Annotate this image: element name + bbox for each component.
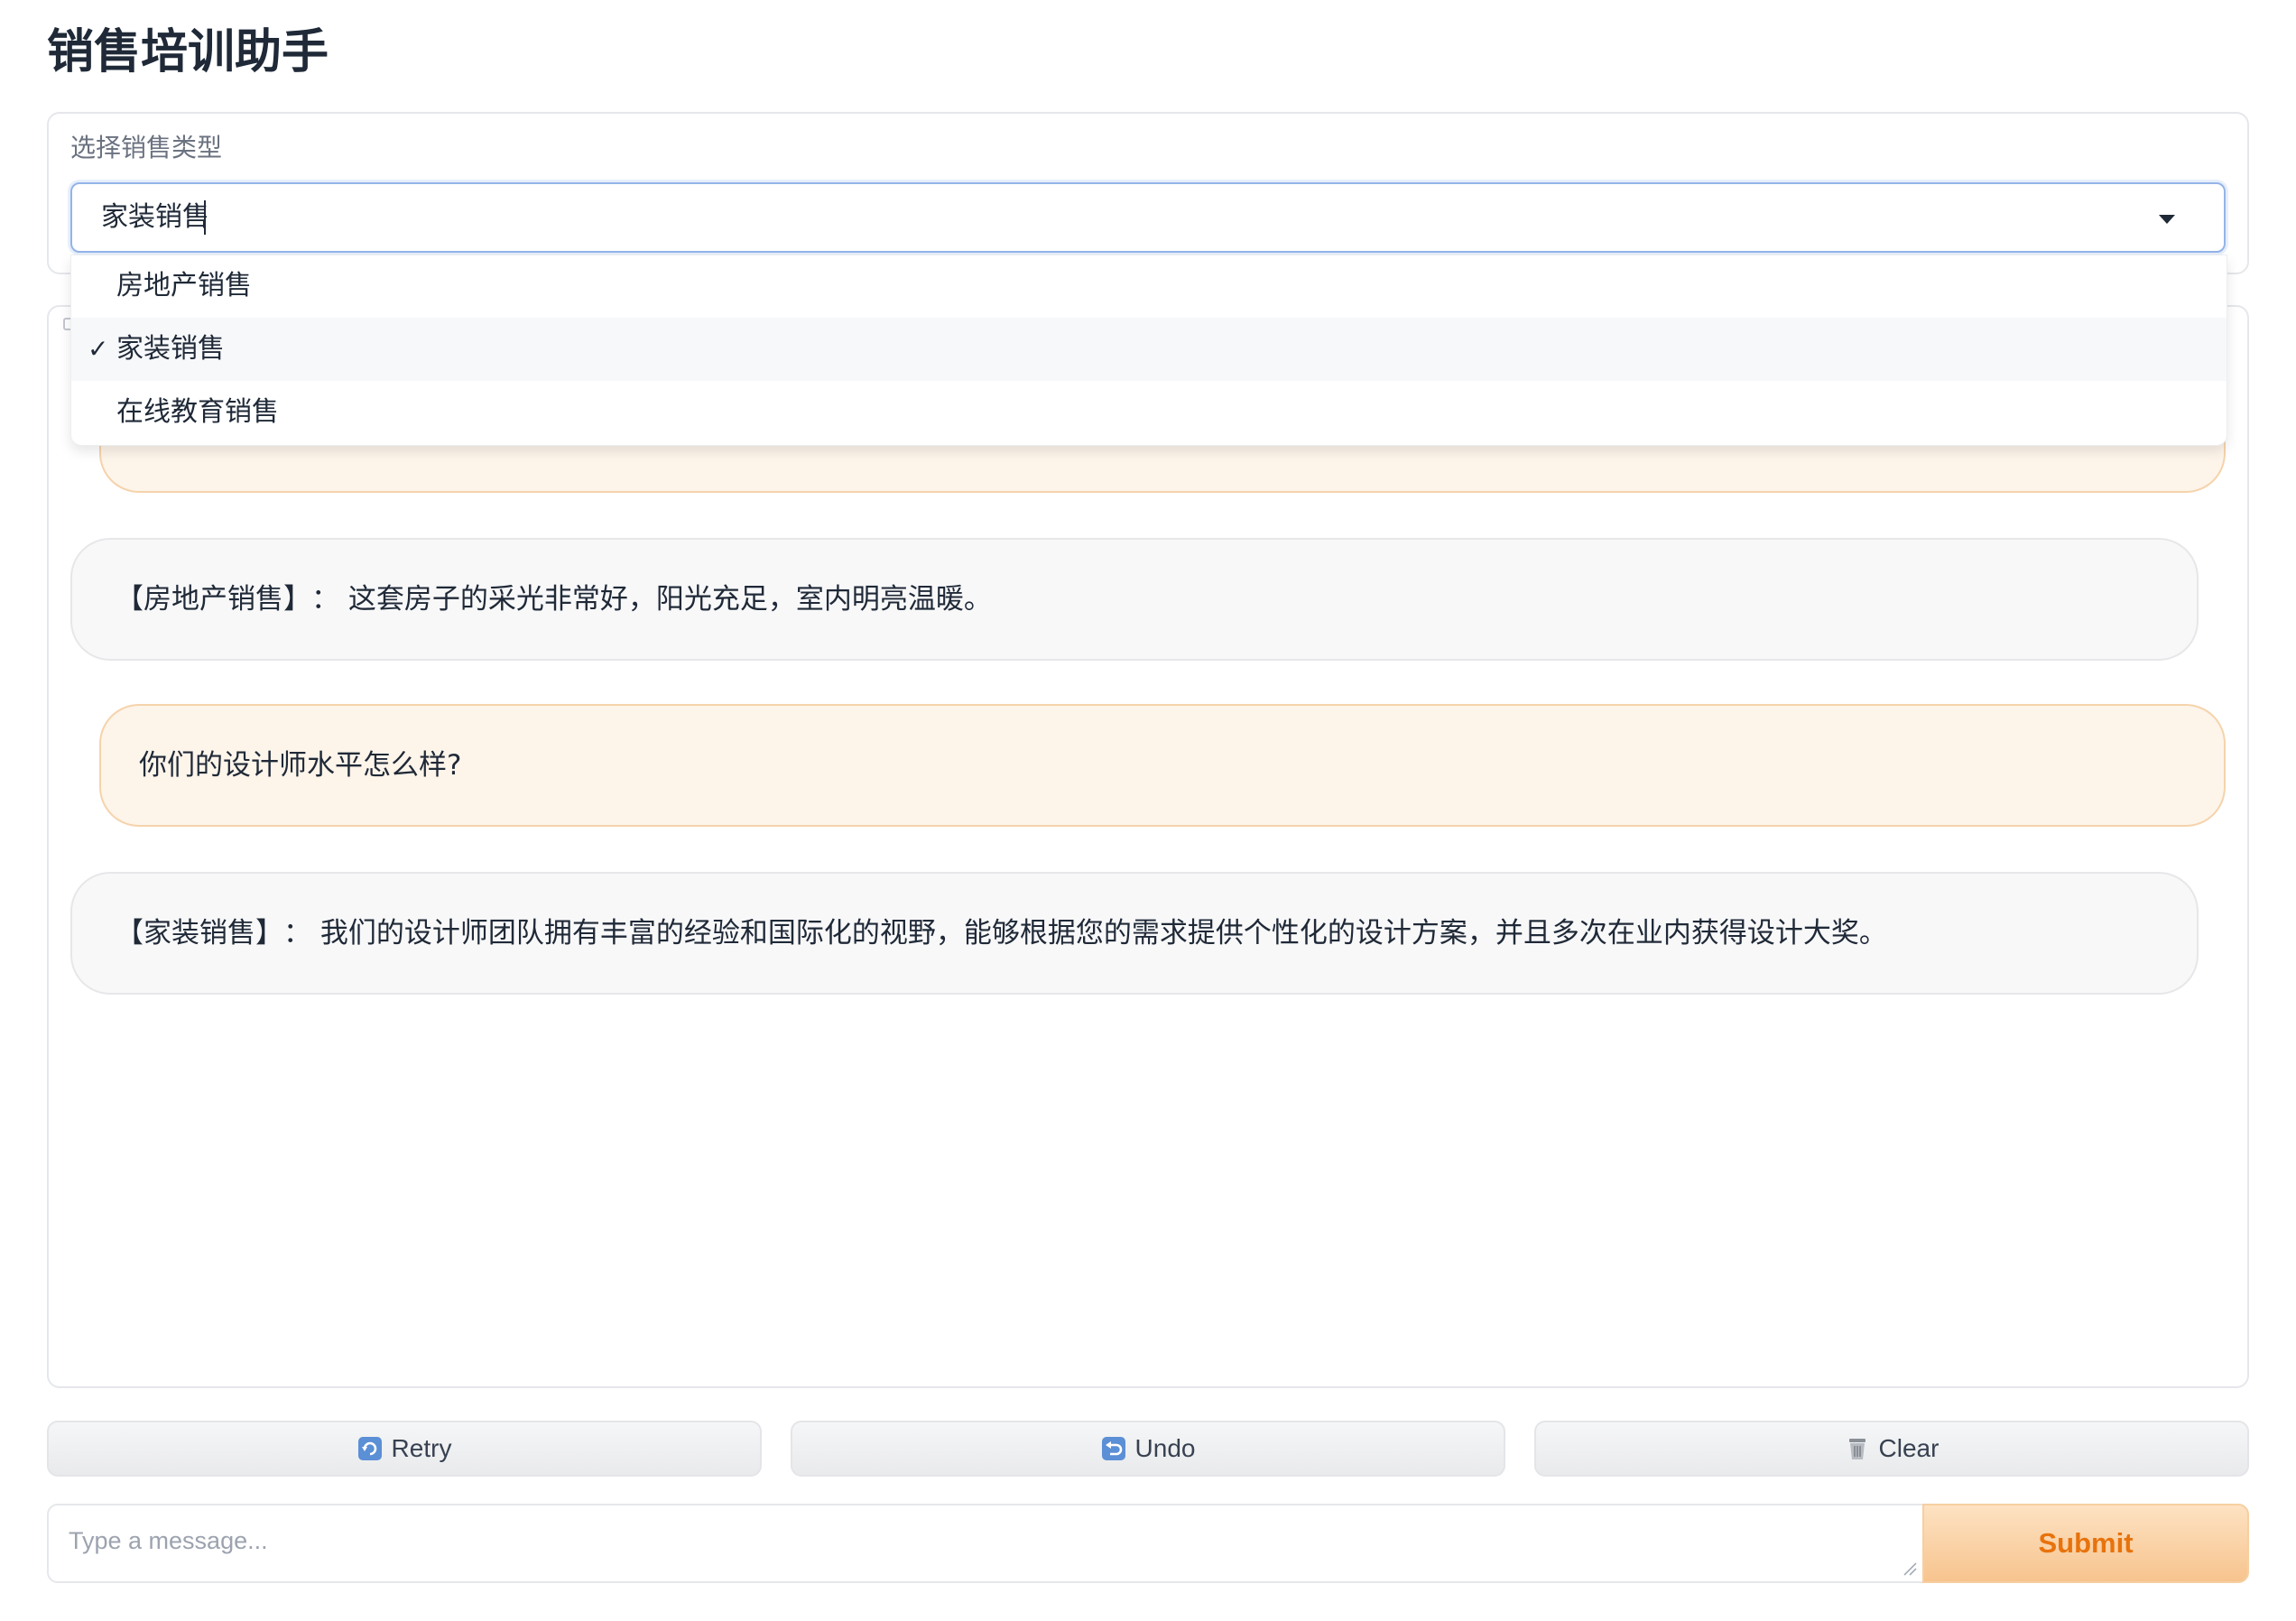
text-cursor: [204, 200, 206, 235]
retry-button[interactable]: Retry: [47, 1421, 762, 1477]
selector-label: 选择销售类型: [70, 133, 223, 162]
resize-grip-icon[interactable]: [1903, 1561, 1917, 1576]
option-label: 家装销售: [116, 333, 225, 365]
speaker-label: 【房地产销售】: [116, 583, 311, 616]
submit-button[interactable]: Submit: [1922, 1504, 2249, 1583]
retry-label: Retry: [391, 1434, 452, 1462]
dropdown-option[interactable]: 房地产销售: [71, 255, 2227, 318]
option-label: 在线教育销售: [116, 396, 279, 428]
message-input[interactable]: [47, 1504, 1924, 1583]
dropdown-value[interactable]: 家装销售: [101, 197, 209, 238]
chevron-down-icon[interactable]: [2157, 213, 2177, 226]
check-icon: ✓: [88, 334, 109, 364]
message-text: ： 这套房子的采光非常好，阳光充足，室内明亮温暖。: [311, 583, 992, 616]
bot-message: 【房地产销售】： 这套房子的采光非常好，阳光充足，室内明亮温暖。: [70, 538, 2199, 661]
undo-button[interactable]: Undo: [791, 1421, 1505, 1477]
undo-icon: [1101, 1437, 1125, 1460]
sales-type-dropdown[interactable]: [70, 182, 2226, 253]
message-text: 你们的设计师水平怎么样?: [139, 749, 462, 782]
page-title: 销售培训助手: [47, 25, 329, 79]
retry-icon: [357, 1437, 382, 1460]
message-text: ： 我们的设计师团队拥有丰富的经验和国际化的视野，能够根据您的需求提供个性化的设…: [283, 917, 1887, 949]
dropdown-option-selected[interactable]: ✓ 家装销售: [71, 318, 2227, 381]
speaker-label: 【家装销售】: [116, 917, 283, 949]
option-label: 房地产销售: [116, 270, 252, 301]
clear-label: Clear: [1878, 1434, 1940, 1462]
clear-button[interactable]: Clear: [1534, 1421, 2249, 1477]
dropdown-option[interactable]: 在线教育销售: [71, 381, 2227, 444]
user-message: 你们的设计师水平怎么样?: [99, 704, 2226, 827]
trash-icon: [1848, 1439, 1866, 1459]
undo-label: Undo: [1134, 1434, 1196, 1462]
bot-message: 【家装销售】： 我们的设计师团队拥有丰富的经验和国际化的视野，能够根据您的需求提…: [70, 872, 2199, 995]
